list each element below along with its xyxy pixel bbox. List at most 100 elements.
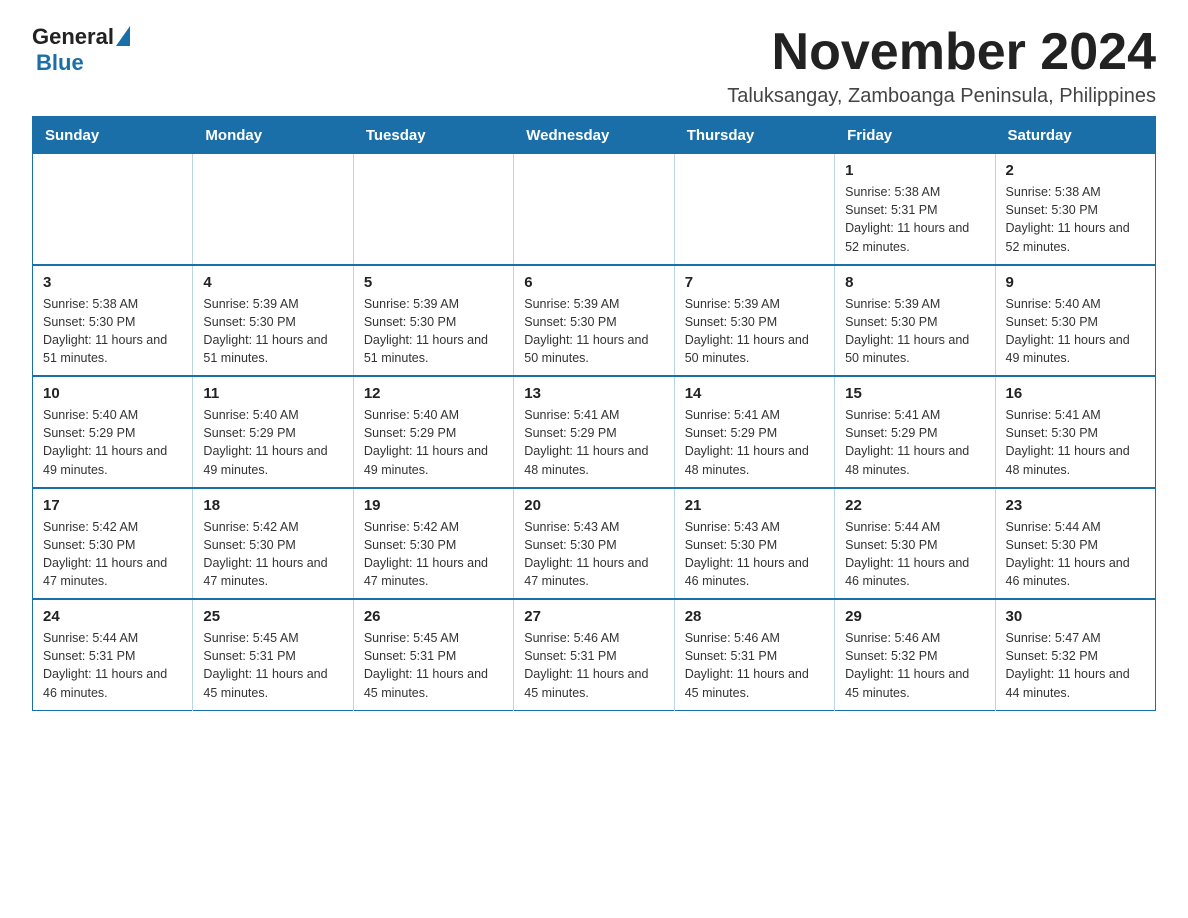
day-info: Sunrise: 5:44 AMSunset: 5:30 PMDaylight:… [845, 518, 984, 591]
calendar-week-row: 17 Sunrise: 5:42 AMSunset: 5:30 PMDayligh… [33, 488, 1156, 600]
table-row [33, 154, 193, 265]
table-row: 6Sunrise: 5:39 AMSunset: 5:30 PMDaylight… [514, 265, 674, 377]
header: General Blue November 2024 Taluksangay, … [32, 24, 1156, 108]
day-info: Sunrise: 5:39 AMSunset: 5:30 PMDaylight:… [364, 295, 503, 368]
header-monday: Monday [193, 117, 353, 155]
day-info: Sunrise: 5:41 AMSunset: 5:29 PMDaylight:… [845, 406, 984, 479]
day-number: 4 [203, 274, 342, 291]
table-row: 14 Sunrise: 5:41 AMSunset: 5:29 PMDayligh… [674, 376, 834, 488]
header-friday: Friday [835, 117, 995, 155]
day-number: 20 [524, 497, 663, 514]
day-info: Sunrise: 5:46 AMSunset: 5:31 PMDaylight:… [685, 629, 824, 702]
day-number: 13 [524, 385, 663, 402]
header-tuesday: Tuesday [353, 117, 513, 155]
day-info: Sunrise: 5:45 AMSunset: 5:31 PMDaylight:… [203, 629, 342, 702]
table-row: 9Sunrise: 5:40 AMSunset: 5:30 PMDaylight… [995, 265, 1155, 377]
day-info: Sunrise: 5:43 AMSunset: 5:30 PMDaylight:… [685, 518, 824, 591]
table-row: 26Sunrise: 5:45 AMSunset: 5:31 PMDayligh… [353, 599, 513, 710]
table-row [353, 154, 513, 265]
table-row: 19 Sunrise: 5:42 AMSunset: 5:30 PMDayligh… [353, 488, 513, 600]
logo-triangle-icon [116, 26, 130, 46]
table-row: 17 Sunrise: 5:42 AMSunset: 5:30 PMDayligh… [33, 488, 193, 600]
day-info: Sunrise: 5:38 AMSunset: 5:31 PMDaylight:… [845, 183, 984, 256]
day-number: 10 [43, 385, 182, 402]
table-row [514, 154, 674, 265]
day-info: Sunrise: 5:43 AMSunset: 5:30 PMDaylight:… [524, 518, 663, 591]
day-info: Sunrise: 5:41 AMSunset: 5:29 PMDaylight:… [685, 406, 824, 479]
calendar-week-row: 24Sunrise: 5:44 AMSunset: 5:31 PMDayligh… [33, 599, 1156, 710]
table-row: 11 Sunrise: 5:40 AMSunset: 5:29 PMDayligh… [193, 376, 353, 488]
day-number: 9 [1006, 274, 1145, 291]
table-row: 21Sunrise: 5:43 AMSunset: 5:30 PMDayligh… [674, 488, 834, 600]
header-sunday: Sunday [33, 117, 193, 155]
day-number: 7 [685, 274, 824, 291]
calendar-table: Sunday Monday Tuesday Wednesday Thursday… [32, 116, 1156, 711]
day-number: 2 [1006, 162, 1145, 179]
table-row: 23 Sunrise: 5:44 AMSunset: 5:30 PMDayligh… [995, 488, 1155, 600]
header-wednesday: Wednesday [514, 117, 674, 155]
day-info: Sunrise: 5:44 AMSunset: 5:30 PMDaylight:… [1006, 518, 1145, 591]
day-number: 12 [364, 385, 503, 402]
day-number: 18 [203, 497, 342, 514]
table-row: 3 Sunrise: 5:38 AMSunset: 5:30 PMDaylight… [33, 265, 193, 377]
day-number: 30 [1006, 608, 1145, 625]
logo: General Blue [32, 24, 130, 76]
day-info: Sunrise: 5:42 AMSunset: 5:30 PMDaylight:… [43, 518, 182, 591]
day-number: 11 [203, 385, 342, 402]
table-row [193, 154, 353, 265]
day-info: Sunrise: 5:42 AMSunset: 5:30 PMDaylight:… [364, 518, 503, 591]
day-info: Sunrise: 5:41 AMSunset: 5:30 PMDaylight:… [1006, 406, 1145, 479]
header-saturday: Saturday [995, 117, 1155, 155]
day-number: 19 [364, 497, 503, 514]
calendar-week-row: 1 Sunrise: 5:38 AMSunset: 5:31 PMDaylight… [33, 154, 1156, 265]
table-row: 29 Sunrise: 5:46 AMSunset: 5:32 PMDayligh… [835, 599, 995, 710]
weekday-header-row: Sunday Monday Tuesday Wednesday Thursday… [33, 117, 1156, 155]
table-row: 15 Sunrise: 5:41 AMSunset: 5:29 PMDayligh… [835, 376, 995, 488]
table-row: 20 Sunrise: 5:43 AMSunset: 5:30 PMDayligh… [514, 488, 674, 600]
day-number: 16 [1006, 385, 1145, 402]
table-row: 8 Sunrise: 5:39 AMSunset: 5:30 PMDaylight… [835, 265, 995, 377]
day-number: 23 [1006, 497, 1145, 514]
day-number: 27 [524, 608, 663, 625]
day-info: Sunrise: 5:38 AMSunset: 5:30 PMDaylight:… [43, 295, 182, 368]
day-number: 28 [685, 608, 824, 625]
location-subtitle: Taluksangay, Zamboanga Peninsula, Philip… [727, 85, 1156, 108]
day-number: 3 [43, 274, 182, 291]
day-info: Sunrise: 5:39 AMSunset: 5:30 PMDaylight:… [524, 295, 663, 368]
day-number: 17 [43, 497, 182, 514]
table-row: 1 Sunrise: 5:38 AMSunset: 5:31 PMDaylight… [835, 154, 995, 265]
table-row: 25 Sunrise: 5:45 AMSunset: 5:31 PMDayligh… [193, 599, 353, 710]
day-info: Sunrise: 5:41 AMSunset: 5:29 PMDaylight:… [524, 406, 663, 479]
table-row: 10Sunrise: 5:40 AMSunset: 5:29 PMDayligh… [33, 376, 193, 488]
day-number: 15 [845, 385, 984, 402]
header-thursday: Thursday [674, 117, 834, 155]
day-info: Sunrise: 5:42 AMSunset: 5:30 PMDaylight:… [203, 518, 342, 591]
day-info: Sunrise: 5:47 AMSunset: 5:32 PMDaylight:… [1006, 629, 1145, 702]
table-row: 7Sunrise: 5:39 AMSunset: 5:30 PMDaylight… [674, 265, 834, 377]
day-info: Sunrise: 5:46 AMSunset: 5:32 PMDaylight:… [845, 629, 984, 702]
day-number: 26 [364, 608, 503, 625]
table-row: 28 Sunrise: 5:46 AMSunset: 5:31 PMDayligh… [674, 599, 834, 710]
logo-text-blue: Blue [36, 50, 84, 76]
table-row [674, 154, 834, 265]
table-row: 4Sunrise: 5:39 AMSunset: 5:30 PMDaylight… [193, 265, 353, 377]
table-row: 5Sunrise: 5:39 AMSunset: 5:30 PMDaylight… [353, 265, 513, 377]
table-row: 13 Sunrise: 5:41 AMSunset: 5:29 PMDayligh… [514, 376, 674, 488]
table-row: 2Sunrise: 5:38 AMSunset: 5:30 PMDaylight… [995, 154, 1155, 265]
table-row: 24Sunrise: 5:44 AMSunset: 5:31 PMDayligh… [33, 599, 193, 710]
day-number: 29 [845, 608, 984, 625]
day-number: 14 [685, 385, 824, 402]
day-info: Sunrise: 5:39 AMSunset: 5:30 PMDaylight:… [845, 295, 984, 368]
logo-text-general: General [32, 24, 114, 50]
day-number: 25 [203, 608, 342, 625]
day-number: 8 [845, 274, 984, 291]
table-row: 22 Sunrise: 5:44 AMSunset: 5:30 PMDayligh… [835, 488, 995, 600]
day-number: 1 [845, 162, 984, 179]
table-row: 27 Sunrise: 5:46 AMSunset: 5:31 PMDayligh… [514, 599, 674, 710]
day-info: Sunrise: 5:46 AMSunset: 5:31 PMDaylight:… [524, 629, 663, 702]
day-info: Sunrise: 5:40 AMSunset: 5:29 PMDaylight:… [364, 406, 503, 479]
day-info: Sunrise: 5:40 AMSunset: 5:29 PMDaylight:… [203, 406, 342, 479]
table-row: 16 Sunrise: 5:41 AMSunset: 5:30 PMDayligh… [995, 376, 1155, 488]
day-number: 22 [845, 497, 984, 514]
table-row: 18 Sunrise: 5:42 AMSunset: 5:30 PMDayligh… [193, 488, 353, 600]
